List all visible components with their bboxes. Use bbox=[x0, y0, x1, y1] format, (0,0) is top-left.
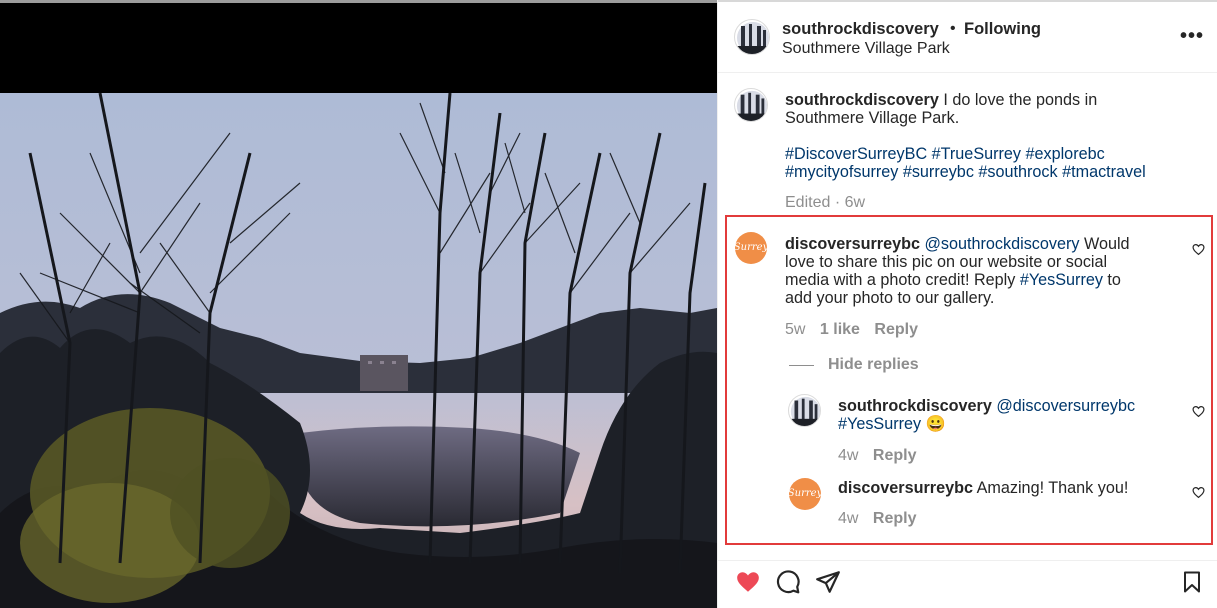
comments-highlight-box bbox=[725, 215, 1213, 545]
post-header: southrockdiscovery • Following Southmere… bbox=[718, 3, 1217, 73]
caption-avatar-image bbox=[736, 90, 767, 121]
follow-status-button[interactable]: Following bbox=[964, 20, 1041, 39]
action-bar bbox=[718, 560, 1217, 608]
top-edge-strip bbox=[0, 0, 717, 3]
caption-line1: I do love the ponds in bbox=[938, 91, 1098, 109]
author-avatar-image bbox=[737, 22, 769, 54]
more-options-icon[interactable]: ••• bbox=[1180, 25, 1204, 48]
caption-username[interactable]: southrockdiscovery bbox=[785, 91, 939, 109]
author-username[interactable]: southrockdiscovery bbox=[782, 20, 939, 39]
caption-hashtags-line2[interactable]: #mycityofsurrey #surreybc #southrock #tm… bbox=[785, 163, 1146, 181]
header-separator: • bbox=[950, 20, 956, 37]
paper-plane-icon[interactable] bbox=[815, 569, 841, 595]
caption-text: southrockdiscovery I do love the ponds i… bbox=[785, 91, 1146, 181]
comment-icon[interactable] bbox=[775, 569, 801, 595]
caption-line2: Southmere Village Park. bbox=[785, 109, 960, 127]
post-location[interactable]: Southmere Village Park bbox=[782, 40, 950, 58]
top-edge-line bbox=[718, 0, 1217, 2]
post-photo-area bbox=[0, 0, 717, 608]
heart-filled-icon[interactable] bbox=[735, 569, 761, 595]
caption-avatar[interactable] bbox=[734, 88, 768, 122]
bookmark-icon[interactable] bbox=[1180, 569, 1204, 595]
caption-hashtags-line1[interactable]: #DiscoverSurreyBC #TrueSurrey #explorebc bbox=[785, 145, 1146, 163]
author-avatar[interactable] bbox=[734, 19, 770, 55]
post-photo bbox=[0, 93, 717, 608]
caption-meta: Edited · 6w bbox=[785, 194, 866, 211]
